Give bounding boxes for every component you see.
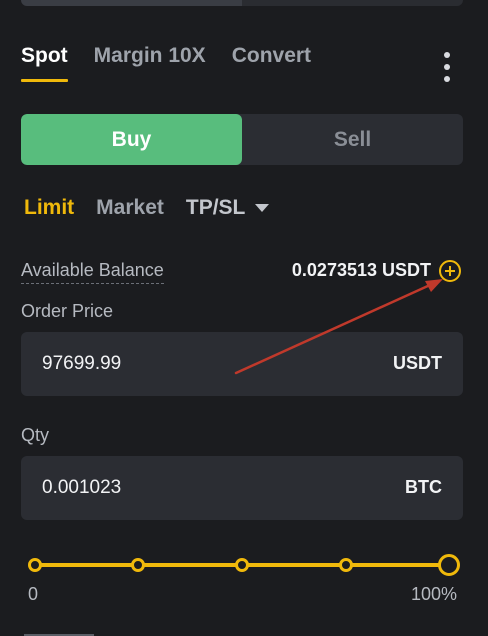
tab-tpsl-dropdown[interactable]: TP/SL	[186, 196, 270, 220]
qty-label: Qty	[21, 425, 50, 445]
trade-panel: Spot Margin 10X Convert Buy Sell Limit M…	[0, 0, 488, 636]
slider-node-25[interactable]	[131, 558, 145, 572]
qty-value: 0.001023	[42, 477, 122, 498]
order-type-tabs: Limit Market TP/SL	[24, 196, 270, 220]
tab-spot[interactable]: Spot	[21, 44, 68, 82]
qty-unit: BTC	[405, 477, 442, 497]
slider-handle[interactable]	[438, 554, 460, 576]
tab-market[interactable]: Market	[96, 196, 164, 220]
more-vertical-icon[interactable]	[436, 52, 458, 82]
tab-tpsl-label: TP/SL	[185, 196, 246, 219]
caret-down-icon	[255, 204, 270, 212]
tab-limit[interactable]: Limit	[24, 196, 74, 220]
slider-node-50[interactable]	[235, 558, 249, 572]
slider-node-75[interactable]	[339, 558, 353, 572]
slider-min-label: 0	[28, 584, 39, 604]
buy-button[interactable]: Buy	[21, 114, 242, 165]
available-balance-label[interactable]: Available Balance	[21, 260, 164, 284]
tab-margin[interactable]: Margin 10X	[94, 44, 206, 82]
slider-node-0[interactable]	[28, 558, 42, 572]
plus-circle-icon[interactable]	[439, 260, 461, 282]
order-price-value: 97699.99	[42, 353, 122, 374]
mode-tabs: Spot Margin 10X Convert	[21, 44, 311, 82]
sell-button[interactable]: Sell	[242, 114, 463, 165]
order-price-label: Order Price	[21, 301, 114, 321]
qty-input[interactable]: 0.001023 BTC	[21, 456, 463, 520]
cutoff-content	[24, 628, 104, 636]
buy-sell-toggle: Buy Sell	[21, 114, 463, 165]
slider-max-label: 100%	[410, 584, 457, 604]
available-balance-value: 0.0273513 USDT	[291, 260, 431, 280]
percentage-slider[interactable]	[28, 554, 460, 576]
top-toggle-remnant	[21, 0, 463, 6]
order-price-unit: USDT	[393, 353, 442, 373]
order-price-input[interactable]: 97699.99 USDT	[21, 332, 463, 396]
tab-convert[interactable]: Convert	[232, 44, 311, 82]
